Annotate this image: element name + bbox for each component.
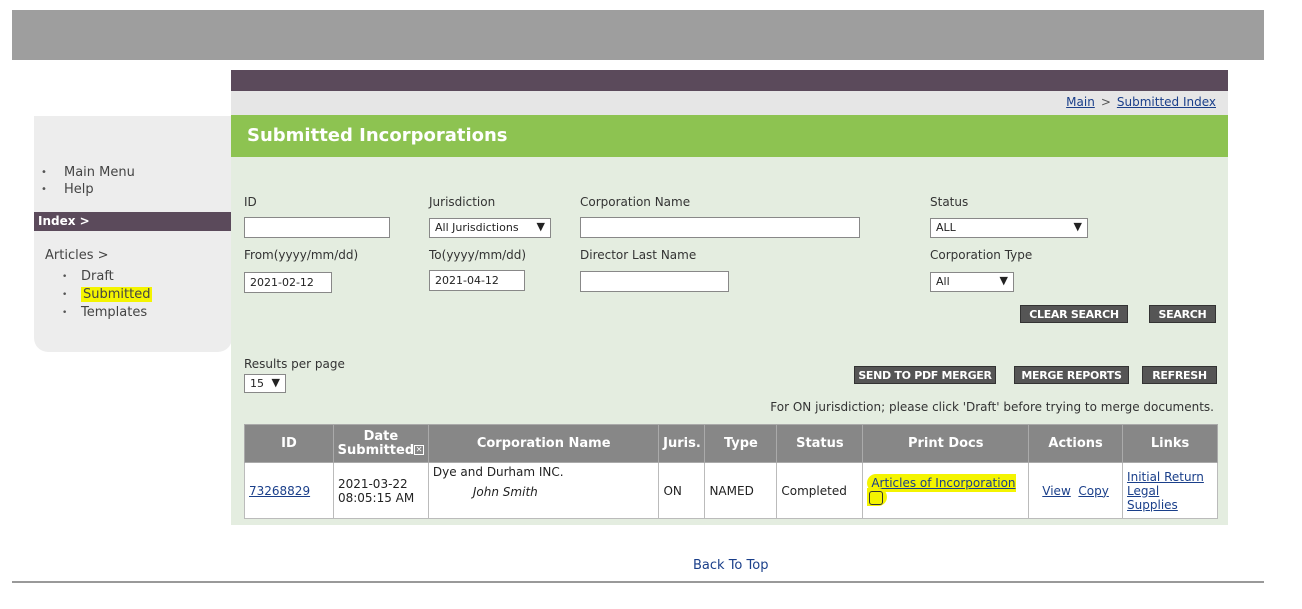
column-header-actions: Actions — [1028, 424, 1124, 463]
send-to-pdf-merger-button[interactable]: SEND TO PDF MERGER — [854, 366, 996, 384]
cell-status: Completed — [776, 462, 864, 519]
column-header-print-docs: Print Docs — [862, 424, 1030, 463]
chevron-down-icon: ▼ — [999, 274, 1008, 287]
status-label: Status — [930, 195, 969, 209]
corp-type-label: Corporation Type — [930, 248, 1033, 262]
cell-print-docs: Articles of Incorporation — [862, 462, 1030, 519]
back-to-top-link[interactable]: Back To Top — [693, 558, 768, 573]
articles-of-incorporation-link[interactable]: Articles of Incorporation — [871, 476, 1015, 490]
column-header-type[interactable]: Type — [704, 424, 778, 463]
director-label: Director Last Name — [580, 248, 697, 262]
results-table: ID Date Submitted ✕ Corporation Name Juri… — [244, 424, 1218, 519]
column-header-status[interactable]: Status — [776, 424, 864, 463]
header-bar — [231, 70, 1228, 91]
clear-search-button[interactable]: CLEAR SEARCH — [1020, 305, 1128, 323]
cell-juris: ON — [658, 462, 706, 519]
table-row: 73268829 2021-03-22 08:05:15 AM Dye and … — [244, 462, 1218, 519]
to-date-input[interactable] — [429, 270, 525, 291]
to-date-label: To(yyyy/mm/dd) — [429, 248, 527, 262]
director-last-name-input[interactable] — [580, 271, 729, 292]
cell-corporation-name: Dye and Durham INC. John Smith — [427, 462, 660, 519]
legal-supplies-link[interactable]: Legal Supplies — [1127, 484, 1178, 512]
cell-actions: View Copy — [1028, 462, 1124, 519]
breadcrumb-separator: > — [1100, 95, 1111, 109]
refresh-button[interactable]: REFRESH — [1142, 366, 1217, 384]
contact-name: John Smith — [472, 485, 538, 499]
initial-return-link[interactable]: Initial Return — [1127, 470, 1204, 484]
column-header-corporation-name[interactable]: Corporation Name — [427, 424, 660, 463]
sidebar-item-submitted[interactable]: Submitted — [34, 286, 153, 304]
id-label: ID — [244, 195, 257, 209]
chevron-down-icon: ▼ — [536, 220, 545, 233]
table-header-row: ID Date Submitted ✕ Corporation Name Juri… — [244, 424, 1218, 463]
status-select[interactable]: ALL ▼ — [930, 218, 1088, 238]
submitted-date: 2021-03-22 — [337, 476, 408, 491]
cell-type: NAMED — [704, 462, 778, 519]
from-date-input[interactable] — [244, 272, 332, 293]
index-bar[interactable]: Index > — [34, 212, 232, 231]
column-header-id[interactable]: ID — [244, 424, 334, 463]
results-per-page-select[interactable]: 15 ▼ — [244, 374, 286, 393]
articles-heading[interactable]: Articles > — [45, 248, 109, 263]
sidebar-item-main-menu[interactable]: Main Menu — [34, 164, 135, 181]
page-title: Submitted Incorporations — [231, 115, 1228, 157]
corp-name-input[interactable] — [580, 217, 860, 238]
column-header-date-submitted[interactable]: Date Submitted ✕ — [332, 424, 429, 463]
merge-checkbox[interactable] — [869, 490, 884, 505]
copy-link[interactable]: Copy — [1078, 484, 1108, 498]
jurisdiction-label: Jurisdiction — [429, 195, 496, 209]
main-panel: Main > Submitted Index Submitted Incorpora… — [231, 70, 1228, 525]
sidebar-item-templates[interactable]: Templates — [34, 304, 152, 322]
merge-notice: For ON jurisdiction; please click 'Draft… — [770, 400, 1214, 414]
cell-date: 2021-03-22 08:05:15 AM — [332, 462, 429, 519]
breadcrumb-submitted-index-link[interactable]: Submitted Index — [1117, 95, 1216, 109]
corp-name-label: Corporation Name — [580, 195, 691, 209]
corp-type-select-value: All — [936, 275, 950, 288]
jurisdiction-select[interactable]: All Jurisdictions ▼ — [429, 218, 551, 238]
sidebar-item-label: Submitted — [81, 287, 153, 302]
sidebar-item-draft[interactable]: Draft — [34, 268, 152, 286]
chevron-down-icon: ▼ — [1073, 220, 1082, 233]
date-header-line1: Date — [363, 428, 399, 444]
sidebar: Main Menu Help Index > Articles > Draft … — [34, 116, 232, 352]
chevron-down-icon: ▼ — [271, 376, 280, 389]
column-header-links: Links — [1122, 424, 1218, 463]
results-per-page-label: Results per page — [244, 357, 345, 371]
print-doc-item: Articles of Incorporation — [867, 474, 1016, 507]
date-header-line2: Submitted ✕ — [337, 442, 425, 458]
search-button[interactable]: SEARCH — [1149, 305, 1216, 323]
results-per-page-value: 15 — [250, 377, 264, 390]
view-link[interactable]: View — [1042, 484, 1070, 498]
articles-submenu: Draft Submitted Templates — [34, 268, 153, 322]
record-id-link[interactable]: 73268829 — [249, 484, 310, 498]
jurisdiction-select-value: All Jurisdictions — [435, 221, 519, 234]
id-input[interactable] — [244, 217, 390, 238]
breadcrumb-main-link[interactable]: Main — [1066, 95, 1095, 109]
sidebar-item-label: Draft — [81, 269, 114, 284]
sidebar-item-help[interactable]: Help — [34, 181, 135, 198]
cell-links: Initial Return Legal Supplies — [1122, 462, 1218, 519]
status-select-value: ALL — [936, 221, 956, 234]
column-header-juris[interactable]: Juris. — [658, 424, 706, 463]
top-banner — [12, 10, 1264, 60]
corporation-name: Dye and Durham INC. — [432, 465, 564, 479]
breadcrumb: Main > Submitted Index — [231, 91, 1228, 115]
sort-icon[interactable]: ✕ — [414, 445, 425, 455]
cell-id: 73268829 — [244, 462, 334, 519]
footer-divider — [12, 581, 1264, 583]
corp-type-select[interactable]: All ▼ — [930, 272, 1014, 292]
submitted-time: 08:05:15 AM — [337, 490, 415, 505]
sidebar-menu: Main Menu Help — [34, 164, 135, 198]
from-date-label: From(yyyy/mm/dd) — [244, 248, 359, 262]
sidebar-item-label: Templates — [81, 305, 148, 320]
merge-reports-button[interactable]: MERGE REPORTS — [1014, 366, 1129, 384]
